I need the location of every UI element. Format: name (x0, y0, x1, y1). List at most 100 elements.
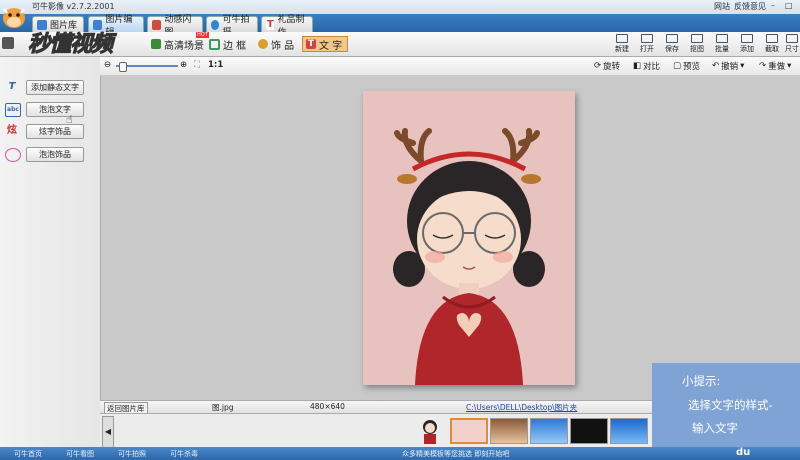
add-static-text-button[interactable]: 添加静态文字 (26, 80, 84, 95)
maximize-icon[interactable]: □ (785, 1, 793, 10)
app-title: 可牛影像 v2.7.2.2001 (32, 2, 115, 11)
resize-button[interactable]: 尺寸 (784, 34, 800, 54)
btn-label: 添加静态文字 (31, 83, 79, 92)
zoom-in-icon[interactable]: ⊕ (180, 60, 187, 70)
title-link-feedback[interactable]: 反馈意见 (734, 1, 766, 12)
redo-icon: ↷ (759, 61, 767, 71)
zoom-slider[interactable] (116, 62, 178, 72)
video-watermark: 秒懂视频 (27, 32, 113, 58)
preview-button[interactable]: ▢ 预览 (673, 60, 700, 72)
tab-animated-gif[interactable]: 动感闪图 (147, 15, 203, 38)
batch-button[interactable]: 批量 (711, 34, 733, 54)
image-dimensions: 480×640 (310, 402, 345, 411)
btn-label: 对比 (643, 62, 661, 72)
decoration-icon (258, 39, 268, 49)
btn-label: 批量 (715, 45, 729, 53)
canvas-toolbar: ⊖ ⊕ ⛶ 1:1 ⟳ 旋转 ◧ 对比 ▢ 预览 ↶ 撤销 ▾ ↷ 重做 ▾ (100, 57, 800, 76)
taskbar-promo-text: 众多精美模板等您挑选 即刻开始吧 (402, 450, 510, 458)
chevron-down-icon: ▾ (787, 61, 792, 71)
beautify-icon[interactable] (2, 37, 14, 49)
taskbar-item-home[interactable]: 可牛首页 (14, 449, 42, 459)
cutout-button[interactable]: 抠图 (686, 34, 708, 54)
fit-screen-icon[interactable]: ⛶ (194, 60, 200, 70)
compare-icon: ◧ (633, 61, 642, 71)
undo-button[interactable]: ↶ 撤销 ▾ (712, 60, 744, 72)
compare-button[interactable]: ◧ 对比 (633, 60, 660, 72)
open-button[interactable]: 打开 (636, 34, 658, 54)
btn-label: 泡泡饰品 (39, 150, 71, 159)
tab-camera[interactable]: 可牛拍摄 (206, 15, 258, 38)
zoom-out-icon[interactable]: ⊖ (104, 60, 111, 70)
resize-icon (786, 34, 798, 43)
btn-label: 撤销 (721, 62, 739, 72)
save-button[interactable]: 保存 (661, 34, 683, 54)
fancy-text-decoration-button[interactable]: 炫字饰品 (26, 124, 84, 139)
btn-label: 截取 (765, 45, 779, 53)
cartoon-girl-illustration (393, 128, 545, 385)
camera-icon (211, 19, 220, 30)
btn-label: 打开 (640, 45, 654, 53)
tool-text[interactable]: T 文 字 (302, 36, 348, 52)
btn-label: 抠图 (690, 45, 704, 53)
taskbar-item-viewer[interactable]: 可牛看图 (66, 449, 94, 459)
gift-T-icon: T (266, 18, 275, 30)
thumbnail-selected[interactable] (450, 418, 488, 444)
btn-label: 炫字饰品 (39, 127, 71, 136)
thumbnail[interactable] (490, 418, 528, 444)
crop-button[interactable]: 截取 (761, 34, 783, 54)
bubble-text-icon: abc (5, 103, 21, 117)
tool-hd-scene[interactable]: 高清场景 HOT (148, 32, 209, 52)
thumbnail[interactable] (570, 418, 608, 444)
new-button[interactable]: 新建 (611, 34, 633, 54)
fancy-text-icon: 炫 (7, 125, 17, 136)
tip-line-1: 选择文字的样式- (688, 398, 773, 412)
minimize-icon[interactable]: – (771, 1, 775, 10)
toolbar: 高清场景 HOT 边 框 饰 品 T 文 字 新建 打开 保存 抠图 批量 添加… (0, 32, 800, 57)
btn-label: 新建 (615, 45, 629, 53)
btn-label: 添加 (740, 45, 754, 53)
tip-overlay: 小提示: 选择文字的样式- 输入文字 (652, 363, 800, 447)
file-path-link[interactable]: C:\Users\DELL\Desktop\图片夹 (466, 402, 577, 413)
actual-size-button[interactable]: 1:1 (208, 60, 223, 70)
app-logo-icon (3, 8, 25, 28)
tool-decoration[interactable]: 饰 品 (255, 36, 297, 52)
batch-icon (716, 34, 728, 43)
cutout-icon (691, 34, 703, 43)
tool-label: 边 框 (223, 40, 247, 52)
text-T-icon: T (306, 39, 316, 49)
redo-button[interactable]: ↷ 重做 ▾ (759, 60, 791, 72)
btn-label: 旋转 (603, 62, 621, 72)
brand-logo: du (736, 447, 751, 458)
tab-gift[interactable]: T 礼品制作 (261, 15, 313, 38)
thumbnail[interactable] (610, 418, 648, 444)
bubble-text-button[interactable]: 泡泡文字 (26, 102, 84, 117)
bubble-decoration-button[interactable]: 泡泡饰品 (26, 147, 84, 162)
btn-label: 尺寸 (785, 45, 799, 53)
text-tool-panel: T 添加静态文字 abc 泡泡文字 ☝ 炫 炫字饰品 泡泡饰品 (0, 57, 101, 460)
btn-label: 保存 (665, 45, 679, 53)
text-T-icon: T (8, 81, 16, 92)
title-link-website[interactable]: 网站 (714, 1, 730, 12)
btn-label: 预览 (683, 62, 701, 72)
tool-label: 文 字 (319, 40, 343, 52)
undo-icon: ↶ (712, 61, 720, 71)
new-icon (616, 34, 628, 43)
tip-title: 小提示: (682, 374, 721, 388)
preview-icon: ▢ (673, 61, 682, 71)
rotate-button[interactable]: ⟳ 旋转 (594, 60, 620, 72)
file-name: 图.jpg (212, 403, 234, 412)
scroll-left-arrow-icon[interactable]: ◀ (102, 416, 114, 448)
taskbar-item-antivirus[interactable]: 可牛杀毒 (170, 449, 198, 459)
tool-label: 高清场景 (164, 40, 204, 52)
add-button[interactable]: 添加 (736, 34, 758, 54)
thumbnail[interactable] (530, 418, 568, 444)
scene-icon (151, 39, 161, 49)
btn-label: 重做 (768, 62, 786, 72)
tool-border[interactable]: 边 框 (206, 36, 249, 52)
animation-icon (152, 19, 162, 30)
zoom-slider-handle[interactable] (118, 62, 127, 72)
taskbar-item-photo[interactable]: 可牛拍照 (118, 449, 146, 459)
tip-line-2: 输入文字 (692, 421, 738, 435)
thumbnail-girl-icon (423, 420, 437, 444)
edited-photo[interactable] (363, 91, 575, 385)
